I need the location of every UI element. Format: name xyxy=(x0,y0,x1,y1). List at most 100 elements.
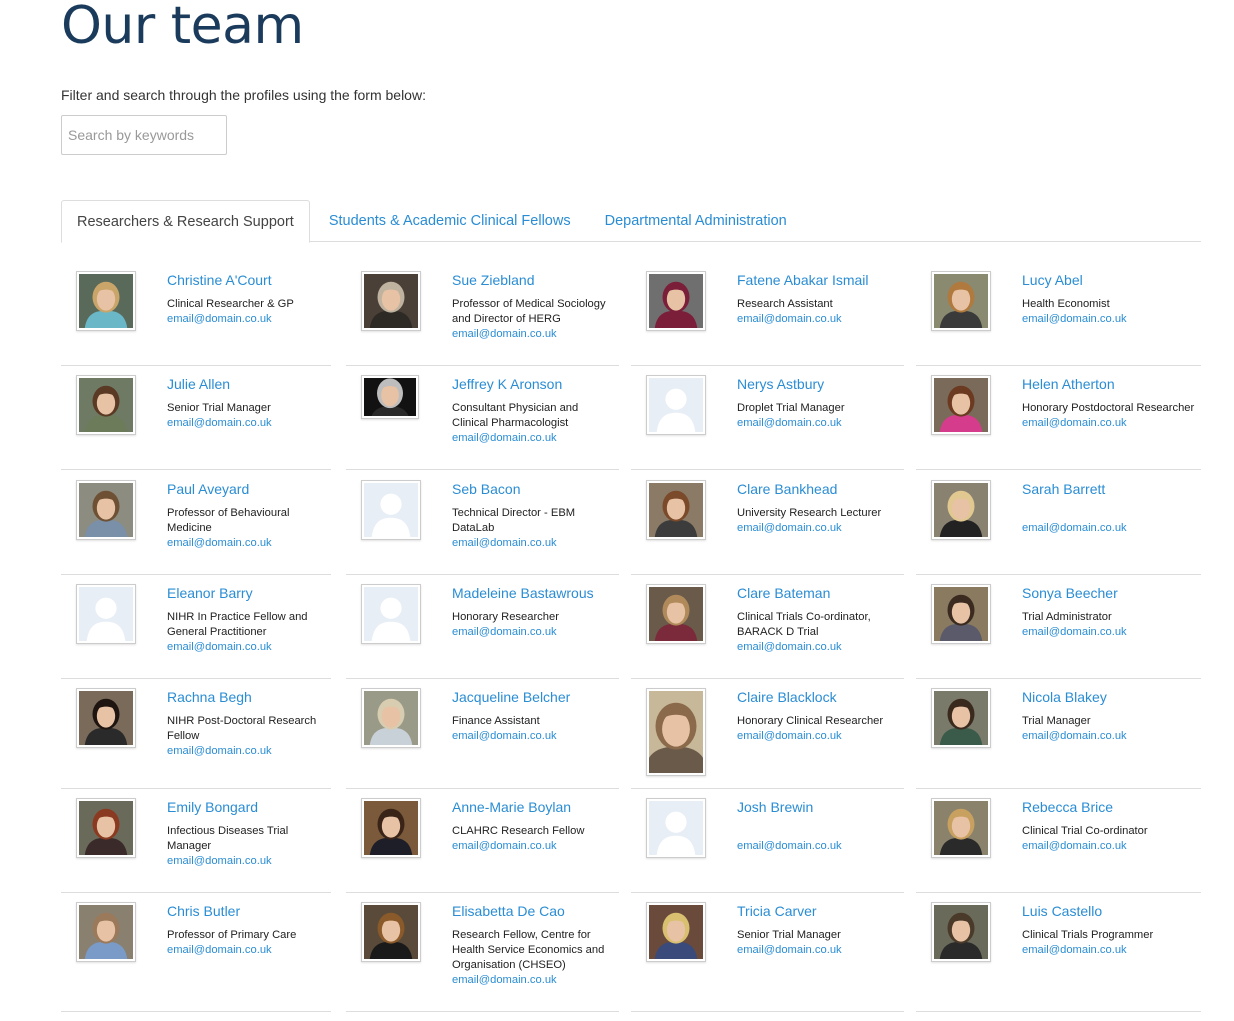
member-name-link[interactable]: Helen Atherton xyxy=(1022,375,1195,393)
member-name-link[interactable]: Rachna Begh xyxy=(167,688,325,706)
default-avatar-icon[interactable] xyxy=(76,584,136,644)
member-name-link[interactable]: Jeffrey K Aronson xyxy=(452,375,613,393)
member-email-link[interactable]: email@domain.co.uk xyxy=(452,536,613,551)
profile-photo[interactable] xyxy=(76,688,136,748)
member-name-link[interactable]: Emily Bongard xyxy=(167,798,325,816)
member-name-link[interactable]: Sarah Barrett xyxy=(1022,480,1195,498)
member-email-link[interactable]: email@domain.co.uk xyxy=(737,729,898,744)
profile-photo[interactable] xyxy=(931,375,991,435)
member-name-link[interactable]: Chris Butler xyxy=(167,902,325,920)
tab-administration[interactable]: Departmental Administration xyxy=(590,200,802,242)
profile-photo[interactable] xyxy=(646,584,706,644)
member-email-link[interactable]: email@domain.co.uk xyxy=(1022,729,1195,744)
member-name-link[interactable]: Rebecca Brice xyxy=(1022,798,1195,816)
profile-photo[interactable] xyxy=(931,480,991,540)
member-email-link[interactable]: email@domain.co.uk xyxy=(167,416,325,431)
member-email-link[interactable]: email@domain.co.uk xyxy=(1022,625,1195,640)
profile-photo[interactable] xyxy=(76,480,136,540)
profile-photo[interactable] xyxy=(361,798,421,858)
member-name-link[interactable]: Fatene Abakar Ismail xyxy=(737,271,898,289)
member-email-link[interactable]: email@domain.co.uk xyxy=(167,640,325,655)
member-role: Research Assistant xyxy=(737,298,833,310)
profile-photo[interactable] xyxy=(646,688,706,776)
tab-students[interactable]: Students & Academic Clinical Fellows xyxy=(314,200,586,242)
member-role: Research Fellow, Centre for Health Servi… xyxy=(452,929,605,971)
member-email-link[interactable]: email@domain.co.uk xyxy=(167,744,325,759)
member-email-link[interactable]: email@domain.co.uk xyxy=(737,312,898,327)
member-name-link[interactable]: Eleanor Barry xyxy=(167,584,325,602)
member-email-link[interactable]: email@domain.co.uk xyxy=(737,839,898,854)
member-name-link[interactable]: Nicola Blakey xyxy=(1022,688,1195,706)
profile-photo[interactable] xyxy=(931,798,991,858)
member-name-link[interactable]: Christine A'Court xyxy=(167,271,325,289)
member-email-link[interactable]: email@domain.co.uk xyxy=(452,729,613,744)
team-member-card: Nicola Blakey Trial Manager email@domain.c… xyxy=(916,678,1201,789)
member-name-link[interactable]: Nerys Astbury xyxy=(737,375,898,393)
member-email-link[interactable]: email@domain.co.uk xyxy=(1022,416,1195,431)
default-avatar-icon[interactable] xyxy=(361,584,421,644)
profile-photo[interactable] xyxy=(931,271,991,331)
member-email-link[interactable]: email@domain.co.uk xyxy=(452,625,613,640)
member-name-link[interactable]: Seb Bacon xyxy=(452,480,613,498)
member-name-link[interactable]: Jacqueline Belcher xyxy=(452,688,613,706)
member-name-link[interactable]: Elisabetta De Cao xyxy=(452,902,613,920)
profile-photo[interactable] xyxy=(646,480,706,540)
team-member-card: Helen Atherton Honorary Postdoctoral Rese… xyxy=(916,365,1201,470)
member-email-link[interactable]: email@domain.co.uk xyxy=(452,431,613,446)
member-name-link[interactable]: Paul Aveyard xyxy=(167,480,325,498)
default-avatar-icon[interactable] xyxy=(646,375,706,435)
member-name-link[interactable]: Josh Brewin xyxy=(737,798,898,816)
member-email-link[interactable]: email@domain.co.uk xyxy=(1022,521,1195,536)
member-email-link[interactable]: email@domain.co.uk xyxy=(167,943,325,958)
profile-photo[interactable] xyxy=(76,271,136,331)
profile-photo[interactable] xyxy=(361,271,421,331)
member-name-link[interactable]: Tricia Carver xyxy=(737,902,898,920)
member-email-link[interactable]: email@domain.co.uk xyxy=(452,327,613,342)
tab-bar: Researchers & Research Support Students … xyxy=(61,200,1201,243)
profile-photo[interactable] xyxy=(76,375,136,435)
member-email-link[interactable]: email@domain.co.uk xyxy=(737,521,898,536)
member-role: Professor of Primary Care xyxy=(167,929,297,941)
member-name-link[interactable]: Anne-Marie Boylan xyxy=(452,798,613,816)
default-avatar-icon[interactable] xyxy=(646,798,706,858)
profile-photo[interactable] xyxy=(361,375,419,419)
member-name-link[interactable]: Madeleine Bastawrous xyxy=(452,584,613,602)
member-email-link[interactable]: email@domain.co.uk xyxy=(737,416,898,431)
member-name-link[interactable]: Julie Allen xyxy=(167,375,325,393)
profile-photo[interactable] xyxy=(931,688,991,748)
search-input[interactable] xyxy=(61,115,227,155)
member-email-link[interactable]: email@domain.co.uk xyxy=(1022,943,1195,958)
member-info: Helen Atherton Honorary Postdoctoral Rese… xyxy=(1022,375,1195,431)
member-name-link[interactable]: Lucy Abel xyxy=(1022,271,1195,289)
profile-photo[interactable] xyxy=(646,902,706,962)
member-email-link[interactable]: email@domain.co.uk xyxy=(167,854,325,869)
member-name-link[interactable]: Claire Blacklock xyxy=(737,688,898,706)
member-email-link[interactable]: email@domain.co.uk xyxy=(167,536,325,551)
member-info: Elisabetta De Cao Research Fellow, Centre… xyxy=(452,902,613,988)
profile-photo[interactable] xyxy=(361,902,421,962)
member-role: Consultant Physician and Clinical Pharma… xyxy=(452,402,579,429)
profile-photo[interactable] xyxy=(361,688,421,748)
member-name-link[interactable]: Sonya Beecher xyxy=(1022,584,1195,602)
member-email-link[interactable]: email@domain.co.uk xyxy=(737,640,898,655)
member-email-link[interactable]: email@domain.co.uk xyxy=(452,973,613,988)
profile-photo[interactable] xyxy=(931,902,991,962)
member-name-link[interactable]: Clare Bankhead xyxy=(737,480,898,498)
member-name-link[interactable]: Clare Bateman xyxy=(737,584,898,602)
member-role: Trial Manager xyxy=(1022,715,1091,727)
member-email-link[interactable]: email@domain.co.uk xyxy=(737,943,898,958)
default-avatar-icon[interactable] xyxy=(361,480,421,540)
profile-photo[interactable] xyxy=(76,902,136,962)
profile-photo[interactable] xyxy=(646,271,706,331)
member-email-link[interactable]: email@domain.co.uk xyxy=(167,312,325,327)
member-email-link[interactable]: email@domain.co.uk xyxy=(452,839,613,854)
tab-researchers[interactable]: Researchers & Research Support xyxy=(61,200,310,243)
member-email-link[interactable]: email@domain.co.uk xyxy=(1022,839,1195,854)
member-email-link[interactable]: email@domain.co.uk xyxy=(1022,312,1195,327)
profile-photo[interactable] xyxy=(931,584,991,644)
member-role: Senior Trial Manager xyxy=(167,402,271,414)
member-info: Nerys Astbury Droplet Trial Manager email@… xyxy=(737,375,898,431)
profile-photo[interactable] xyxy=(76,798,136,858)
member-name-link[interactable]: Luis Castello xyxy=(1022,902,1195,920)
member-name-link[interactable]: Sue Ziebland xyxy=(452,271,613,289)
